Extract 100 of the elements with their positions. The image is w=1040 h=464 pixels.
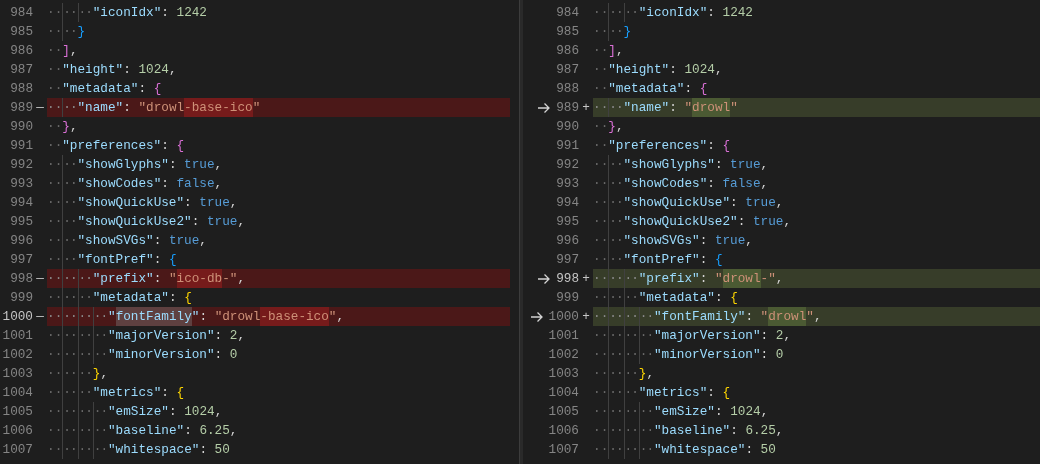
line-number: 984 (556, 4, 579, 22)
line-number: 1000 (2, 308, 33, 326)
line-number: 1001 (2, 327, 33, 345)
code-text: ··}, (593, 118, 624, 136)
line-number: 1004 (548, 384, 579, 402)
line-number: 1004 (2, 384, 33, 402)
code-text: ········"emSize": 1024, (47, 402, 223, 421)
code-text: ····"name": "drowl-base-ico" (47, 98, 261, 117)
line-number: 1003 (548, 365, 579, 383)
diff-marker: — (36, 99, 44, 117)
code-text: ··}, (47, 118, 78, 136)
line-number: 996 (556, 232, 579, 250)
code-text: ········"baseline": 6.25, (593, 421, 784, 440)
code-text: ········"whitespace": 50 (593, 440, 776, 459)
line-number: 989 (10, 99, 33, 117)
code-text: ····"showSVGs": true, (47, 231, 207, 250)
code-text: ····"showQuickUse": true, (47, 193, 238, 212)
code-text: ··"preferences": { (593, 137, 731, 155)
code-text: ··], (593, 42, 624, 60)
line-number: 996 (10, 232, 33, 250)
line-number: 1006 (548, 422, 579, 440)
code-text: ········"fontFamily": "drowl-base-ico", (47, 307, 345, 326)
code-text: ······}, (593, 364, 654, 383)
line-number: 985 (556, 23, 579, 41)
diff-marker: + (582, 308, 590, 326)
line-number: 993 (556, 175, 579, 193)
code-text: ··], (47, 42, 78, 60)
line-number: 985 (10, 23, 33, 41)
line-number: 1007 (2, 441, 33, 459)
code-text: ··"height": 1024, (593, 61, 723, 79)
line-number: 988 (556, 80, 579, 98)
code-text: ······"iconIdx": 1242 (47, 3, 207, 22)
line-number: 990 (10, 118, 33, 136)
code-text: ········"whitespace": 50 (47, 440, 230, 459)
code-text: ··"metadata": { (47, 80, 162, 98)
code-text: ····"name": "drowl" (593, 98, 738, 117)
code-text: ··"height": 1024, (47, 61, 177, 79)
code-text: ······"metrics": { (593, 383, 731, 402)
line-number: 995 (10, 213, 33, 231)
line-number: 997 (556, 251, 579, 269)
code-text: ········"minorVersion": 0 (47, 345, 238, 364)
diff-marker: — (36, 308, 44, 326)
code-text: ········"majorVersion": 2, (593, 326, 792, 345)
code-text: ········"fontFamily": "drowl", (593, 307, 822, 326)
line-number: 992 (556, 156, 579, 174)
line-number: 1002 (548, 346, 579, 364)
code-text: ····"showCodes": false, (593, 174, 769, 193)
code-text: ······"metrics": { (47, 383, 185, 402)
code-text: ······"prefix": "drowl-", (593, 269, 784, 288)
line-number: 1003 (2, 365, 33, 383)
arrow-right-icon[interactable] (537, 272, 552, 285)
code-text: ··"metadata": { (593, 80, 708, 98)
diff-marker: — (36, 270, 44, 288)
code-text: ········"emSize": 1024, (593, 402, 769, 421)
line-number: 995 (556, 213, 579, 231)
code-text: ········"minorVersion": 0 (593, 345, 784, 364)
arrow-right-icon[interactable] (537, 101, 552, 114)
line-number: 998 (556, 270, 579, 288)
diff-marker: + (582, 99, 590, 117)
line-number: 991 (10, 137, 33, 155)
code-text: ····"showQuickUse2": true, (593, 212, 792, 231)
line-number: 984 (10, 4, 33, 22)
arrow-right-icon[interactable] (529, 310, 544, 323)
code-text: ····"showCodes": false, (47, 174, 223, 193)
line-number: 989 (556, 99, 579, 117)
line-number: 1007 (548, 441, 579, 459)
line-number: 1000 (548, 308, 579, 326)
code-text: ······}, (47, 364, 108, 383)
code-text: ····"showSVGs": true, (593, 231, 753, 250)
code-text: ······"iconIdx": 1242 (593, 3, 753, 22)
line-number: 993 (10, 175, 33, 193)
code-text: ····"showGlyphs": true, (593, 155, 769, 174)
line-number: 987 (10, 61, 33, 79)
line-number: 992 (10, 156, 33, 174)
code-text: ········"baseline": 6.25, (47, 421, 238, 440)
line-number: 994 (10, 194, 33, 212)
code-text: ····"showQuickUse2": true, (47, 212, 246, 231)
line-number: 990 (556, 118, 579, 136)
diff-marker: + (582, 270, 590, 288)
code-text: ······"prefix": "ico-db-", (47, 269, 246, 288)
line-number: 986 (556, 42, 579, 60)
line-number: 1002 (2, 346, 33, 364)
code-text: ····"showQuickUse": true, (593, 193, 784, 212)
line-number: 998 (10, 270, 33, 288)
line-number: 1006 (2, 422, 33, 440)
line-number: 1005 (548, 403, 579, 421)
code-text: ····} (593, 22, 632, 41)
line-number: 997 (10, 251, 33, 269)
code-text: ········"majorVersion": 2, (47, 326, 246, 345)
code-text: ··"preferences": { (47, 137, 185, 155)
code-text: ····"showGlyphs": true, (47, 155, 223, 174)
line-number: 991 (556, 137, 579, 155)
line-number: 999 (556, 289, 579, 307)
line-number: 999 (10, 289, 33, 307)
line-number: 1001 (548, 327, 579, 345)
line-number: 987 (556, 61, 579, 79)
line-number: 994 (556, 194, 579, 212)
line-number: 1005 (2, 403, 33, 421)
code-text: ····} (47, 22, 86, 41)
line-number: 988 (10, 80, 33, 98)
